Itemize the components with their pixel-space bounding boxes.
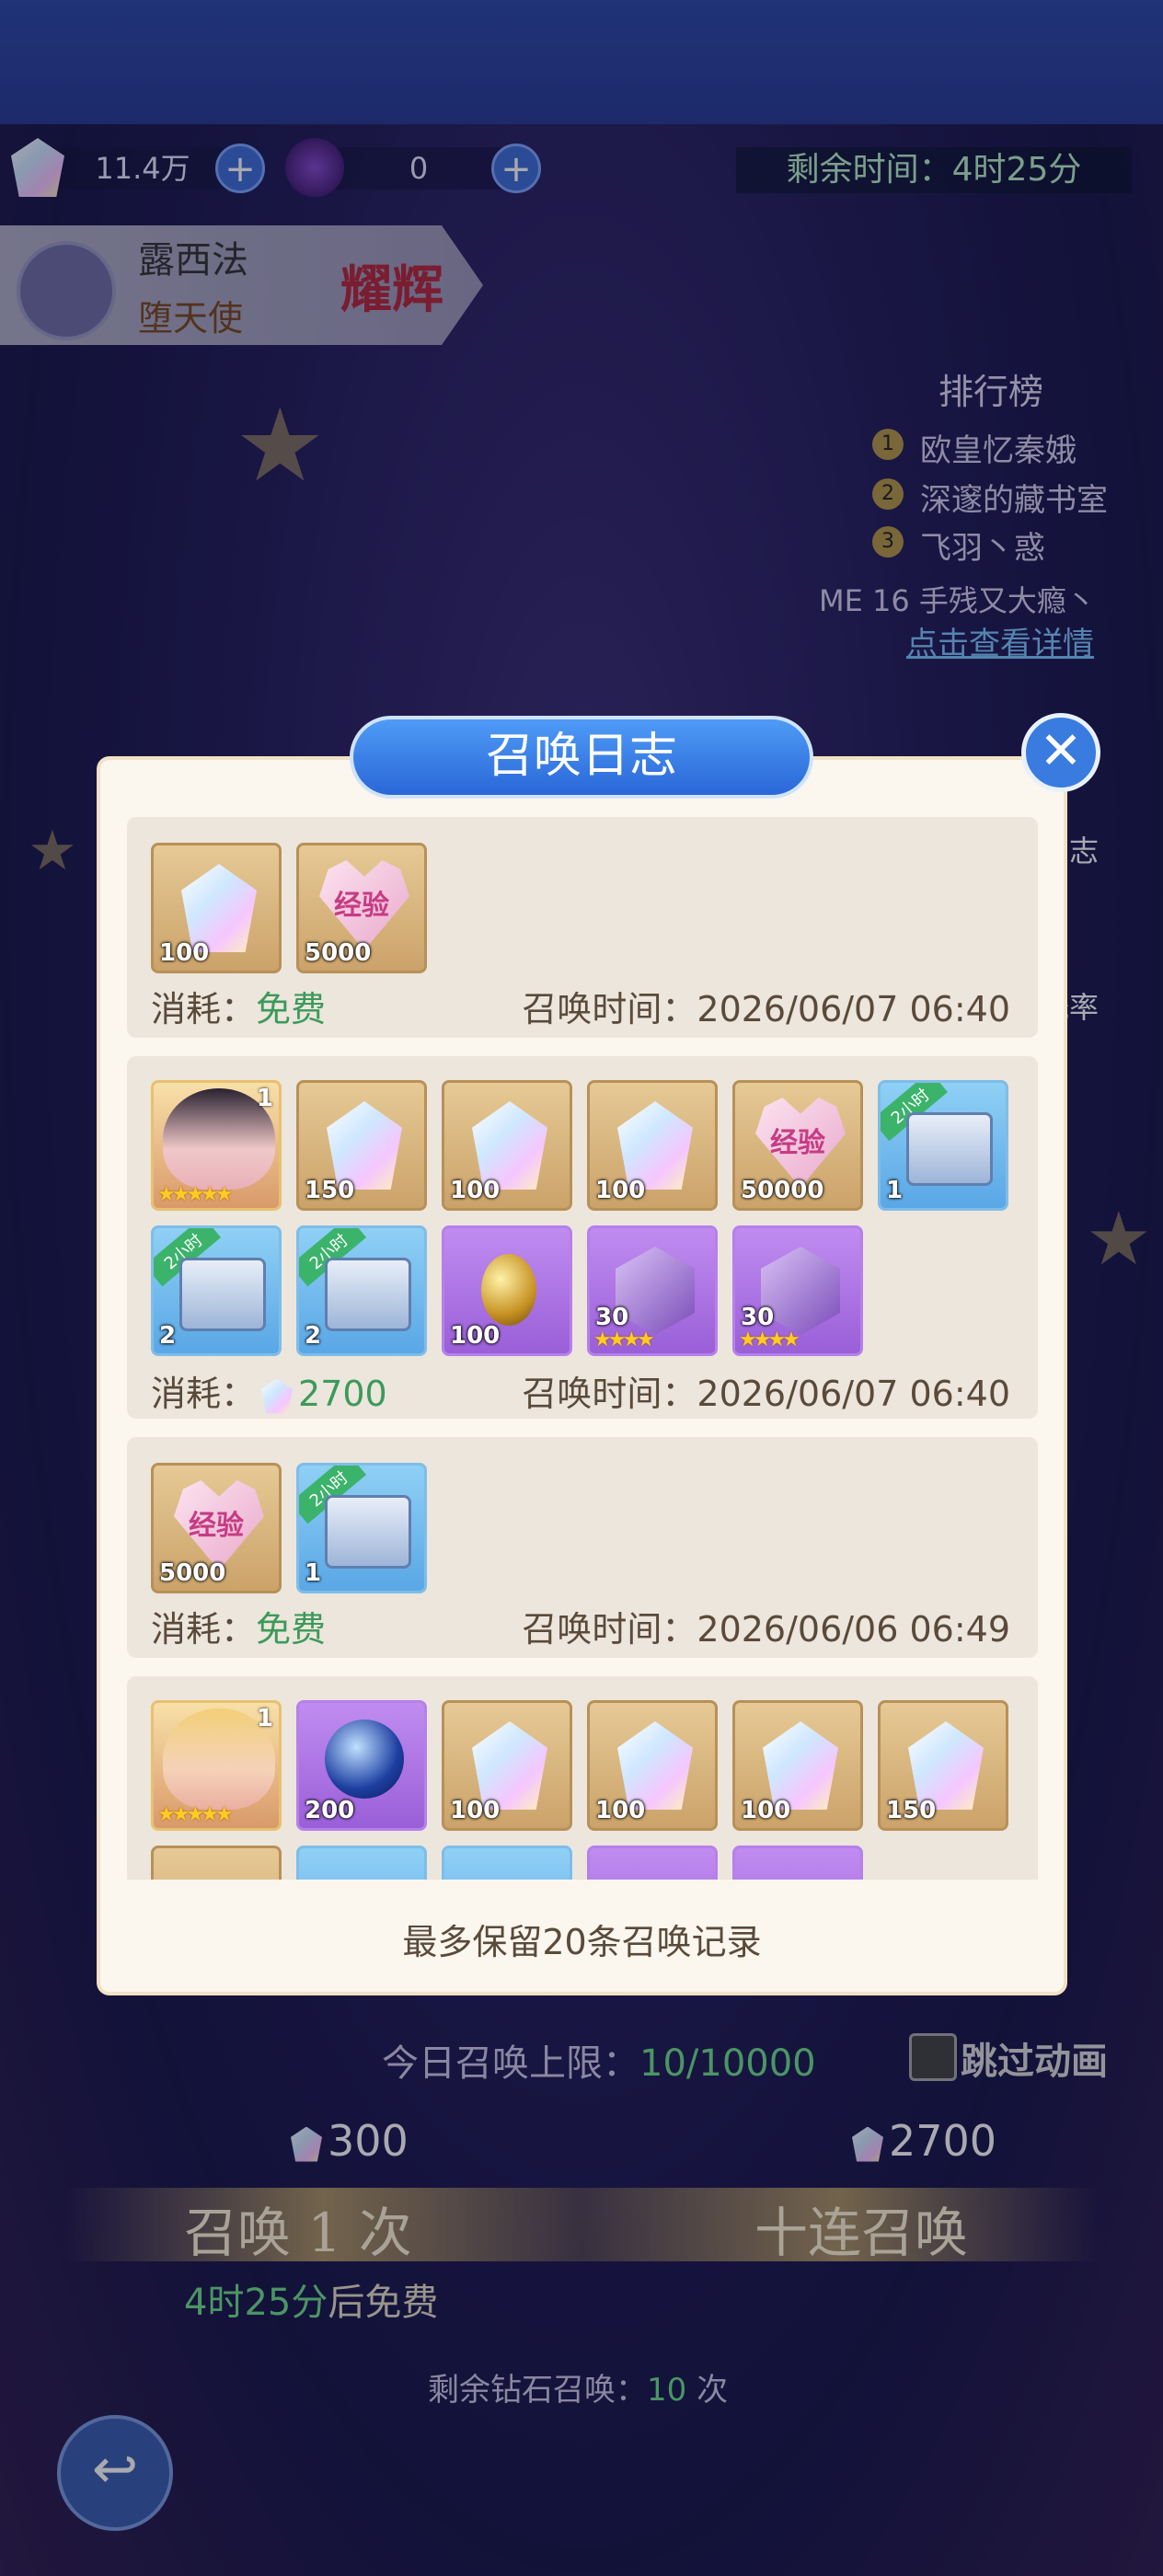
- item-qty: 200: [305, 1797, 355, 1824]
- time-label: 召唤时间：: [522, 1374, 697, 1414]
- item-exp[interactable]: 经验 50000: [732, 1080, 863, 1211]
- item-exp[interactable]: 经验 5000: [296, 843, 427, 973]
- item-qty: 100: [450, 1177, 501, 1204]
- item-qty: 5000: [159, 1559, 226, 1587]
- item-diamond[interactable]: 150: [296, 1080, 427, 1211]
- item-chest[interactable]: 2小时 1: [296, 1463, 427, 1593]
- star-rating: ★★★★: [739, 1328, 800, 1351]
- item-orb[interactable]: 200: [296, 1700, 427, 1831]
- close-button[interactable]: ✕: [1021, 713, 1100, 792]
- cost-label: 消耗：: [151, 989, 257, 1029]
- summon-time: 召唤时间：2026/06/06 06:49: [522, 1601, 1010, 1651]
- item-qty: 150: [886, 1797, 937, 1824]
- log-entry: 100 经验 5000 消耗：免费 召唤时间：2026/06/07 06:40: [127, 817, 1038, 1038]
- item-diamond[interactable]: 100: [442, 1080, 572, 1211]
- time-value: 2026/06/06 06:49: [697, 1609, 1010, 1650]
- item-diamond[interactable]: 100: [587, 1080, 718, 1211]
- item-gold-chest[interactable]: 2小时 2: [296, 1225, 427, 1356]
- star-rating: ★★★★: [593, 1328, 655, 1351]
- summon-log-list[interactable]: 100 经验 5000 消耗：免费 召唤时间：2026/06/07 06:40 1…: [127, 817, 1038, 1880]
- exp-label: 经验: [770, 1127, 825, 1159]
- item-egg[interactable]: 100: [442, 1225, 572, 1356]
- item-box[interactable]: 30 ★★★★: [732, 1225, 863, 1356]
- item-diamond[interactable]: 100: [587, 1700, 718, 1831]
- log-entry: 1 ★★★★★ 200 100 100 100 150: [127, 1676, 1038, 1880]
- item-hero[interactable]: 1 ★★★★★: [151, 1080, 282, 1211]
- time-value: 2026/06/07 06:40: [697, 989, 1010, 1029]
- star-rating: ★★★★★: [157, 1803, 234, 1826]
- item-qty: 100: [595, 1797, 646, 1824]
- cost-info: 消耗：免费: [151, 981, 326, 1031]
- item-diamond[interactable]: 100: [151, 843, 282, 973]
- item-partial[interactable]: [151, 1846, 282, 1880]
- item-partial[interactable]: [296, 1846, 427, 1880]
- item-qty: 1: [256, 1085, 273, 1112]
- item-qty: 100: [450, 1322, 501, 1350]
- item-qty: 100: [741, 1797, 791, 1824]
- item-gold-chest[interactable]: 2小时 2: [151, 1225, 282, 1356]
- log-entry: 1 ★★★★★ 150 100 100 经验 50000 2小时 1 2小时 2 2小时…: [127, 1056, 1038, 1419]
- item-qty: 2: [305, 1322, 322, 1350]
- item-chest[interactable]: 2小时 1: [878, 1080, 1008, 1211]
- item-qty: 30: [741, 1304, 775, 1331]
- item-partial[interactable]: [442, 1846, 572, 1880]
- item-qty: 100: [159, 939, 210, 967]
- cost-value: 免费: [256, 989, 327, 1029]
- item-qty: 1: [886, 1177, 904, 1204]
- modal-title: 召唤日志: [350, 716, 813, 799]
- star-rating: ★★★★★: [157, 1183, 234, 1206]
- time-label: 召唤时间：: [522, 989, 697, 1029]
- cost-label: 消耗：: [151, 1374, 257, 1414]
- item-partial[interactable]: [587, 1846, 718, 1880]
- item-diamond[interactable]: 100: [442, 1700, 572, 1831]
- item-qty: 5000: [305, 939, 372, 967]
- cost-label: 消耗：: [151, 1609, 257, 1650]
- item-qty: 1: [256, 1705, 273, 1732]
- cost-value: 免费: [256, 1609, 327, 1650]
- cost-value: 2700: [298, 1374, 387, 1414]
- item-qty: 100: [450, 1797, 501, 1824]
- item-qty: 150: [305, 1177, 355, 1204]
- item-qty: 30: [595, 1304, 629, 1331]
- cost-info: 消耗： 2700: [151, 1365, 387, 1416]
- item-qty: 50000: [741, 1177, 824, 1204]
- diamond-icon: [261, 1378, 294, 1414]
- item-exp[interactable]: 经验 5000: [151, 1463, 282, 1593]
- exp-label: 经验: [334, 890, 389, 922]
- summon-time: 召唤时间：2026/06/07 06:40: [522, 981, 1010, 1031]
- item-qty: 100: [595, 1177, 646, 1204]
- summon-time: 召唤时间：2026/06/07 06:40: [522, 1365, 1010, 1416]
- item-qty: 2: [159, 1322, 177, 1350]
- item-partial[interactable]: [732, 1846, 863, 1880]
- time-label: 召唤时间：: [522, 1609, 697, 1650]
- cost-info: 消耗：免费: [151, 1601, 326, 1651]
- exp-label: 经验: [189, 1510, 244, 1542]
- item-diamond[interactable]: 100: [732, 1700, 863, 1831]
- log-footer-note: 最多保留20条召唤记录: [402, 1922, 762, 1962]
- time-value: 2026/06/07 06:40: [697, 1374, 1010, 1414]
- item-box[interactable]: 30 ★★★★: [587, 1225, 718, 1356]
- item-hero[interactable]: 1 ★★★★★: [151, 1700, 282, 1831]
- item-qty: 1: [305, 1559, 322, 1587]
- log-entry: 经验 5000 2小时 1 消耗：免费 召唤时间：2026/06/06 06:49: [127, 1437, 1038, 1658]
- item-diamond[interactable]: 150: [878, 1700, 1008, 1831]
